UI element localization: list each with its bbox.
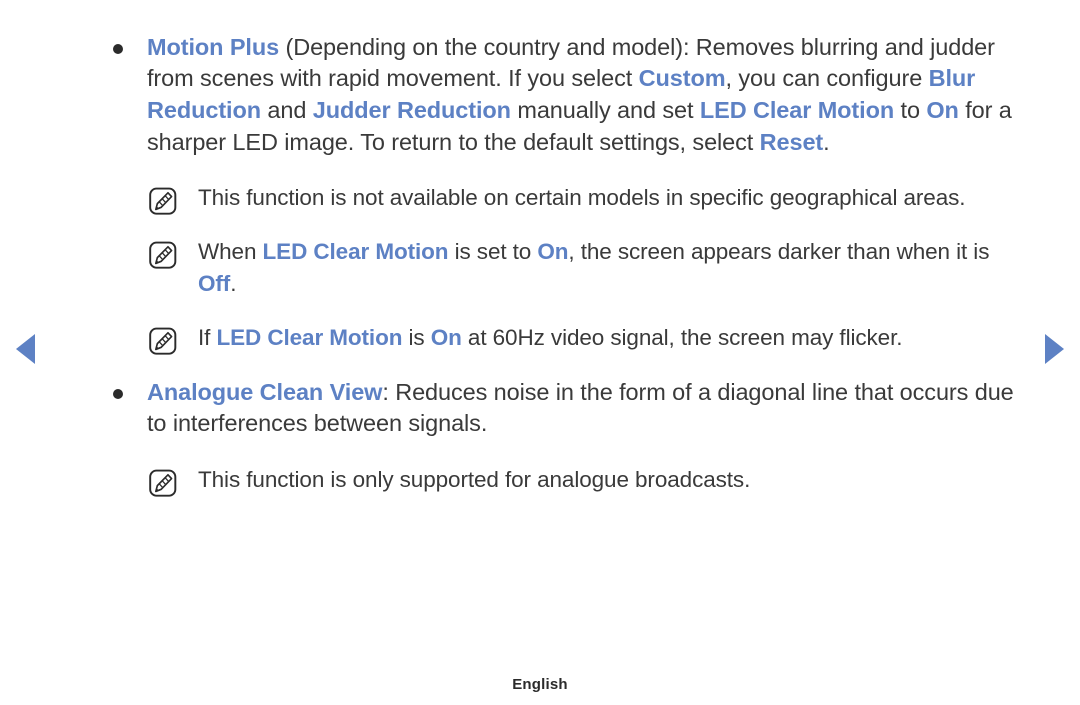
body-text: This function is only supported for anal… [198,466,751,492]
body-text: . [230,270,237,296]
body-text: to [894,97,927,124]
note-pencil-icon [148,241,181,270]
bullet-item: Analogue Clean View: Reduces noise in th… [0,377,1080,441]
note-item: This function is not available on certai… [0,182,1080,216]
note-text: This function is only supported for anal… [198,464,1020,496]
setting-keyword[interactable]: LED Clear Motion [263,239,449,264]
body-text: and [260,97,313,124]
bullet-text: Analogue Clean View: Reduces noise in th… [147,377,1020,441]
note-text: This function is not available on certai… [198,182,1020,214]
setting-keyword[interactable]: Judder Reduction [313,97,511,123]
setting-keyword[interactable]: On [431,325,462,350]
body-text: is set to [448,239,538,265]
setting-keyword[interactable]: Off [198,271,230,296]
language-footer: English [512,676,568,693]
manual-content: Motion Plus (Depending on the country an… [0,0,1080,518]
note-item: This function is only supported for anal… [0,464,1080,498]
note-text: If LED Clear Motion is On at 60Hz video … [198,322,1020,354]
note-text: When LED Clear Motion is set to On, the … [198,236,1020,299]
note-item: When LED Clear Motion is set to On, the … [0,236,1080,299]
body-text: When [198,239,263,265]
bullet-text: Motion Plus (Depending on the country an… [147,32,1020,159]
note-pencil-icon [148,187,181,216]
body-text: is [402,324,431,350]
body-text: If [198,324,217,350]
note-item: If LED Clear Motion is On at 60Hz video … [0,322,1080,356]
setting-keyword[interactable]: Analogue Clean View [147,379,382,405]
body-text: This function is not available on certai… [198,185,966,211]
note-pencil-icon [148,327,181,356]
body-text: . [823,128,830,155]
body-text: , you can configure [725,65,929,92]
setting-keyword[interactable]: Motion Plus [147,34,279,60]
setting-keyword[interactable]: Reset [760,129,824,155]
setting-keyword[interactable]: On [926,97,959,123]
setting-keyword[interactable]: Custom [639,65,726,91]
bullet-item: Motion Plus (Depending on the country an… [0,32,1080,159]
body-text: , the screen appears darker than when it… [568,239,990,265]
note-pencil-icon [148,469,181,498]
setting-keyword[interactable]: LED Clear Motion [700,97,894,123]
content-item-list: Motion Plus (Depending on the country an… [0,32,1080,498]
body-text: manually and set [510,97,700,124]
setting-keyword[interactable]: LED Clear Motion [216,325,402,350]
bullet-dot-icon [113,43,123,54]
setting-keyword[interactable]: On [537,239,568,264]
bullet-dot-icon [113,388,123,399]
body-text: at 60Hz video signal, the screen may fli… [461,324,903,350]
